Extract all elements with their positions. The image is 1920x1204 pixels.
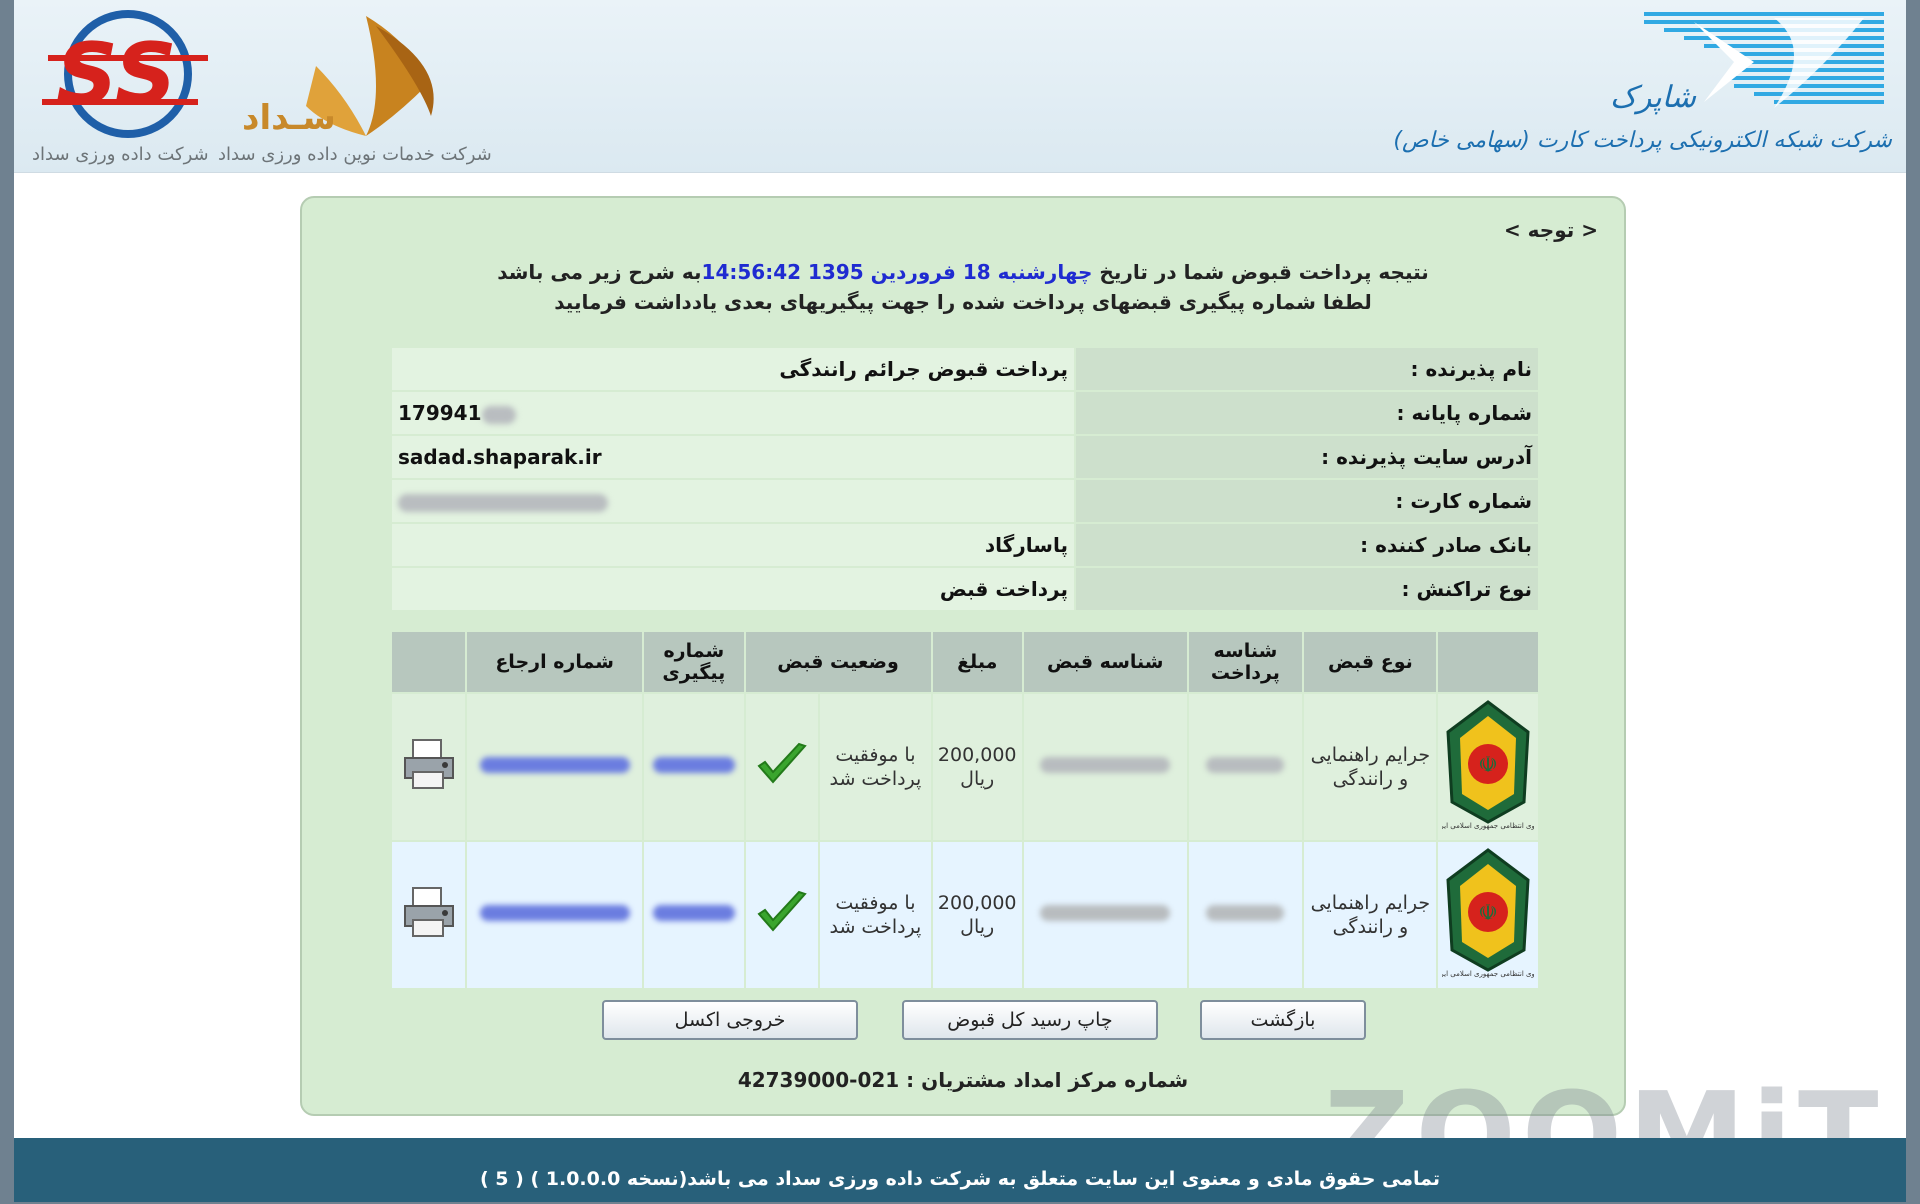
header-amount: مبلغ <box>932 632 1022 692</box>
redacted-reference <box>479 757 630 773</box>
terminal-label: شماره پایانه : <box>1076 392 1538 434</box>
bill-amount-cell: 200,000 ریال <box>932 842 1022 988</box>
header-print <box>392 632 466 692</box>
redacted-payment-id <box>1206 905 1285 921</box>
bill-amount-cell: 200,000 ریال <box>932 694 1022 840</box>
bill-id <box>1023 842 1187 988</box>
redacted-tracking <box>652 757 735 773</box>
svg-text:☫: ☫ <box>1478 901 1498 926</box>
site-value: sadad.shaparak.ir <box>392 436 1074 478</box>
header-tracking: شماره پیگیری <box>644 632 744 692</box>
sadad-wordmark: سـداد <box>242 98 336 138</box>
info-row-txn: نوع تراکنش : پرداخت قبض <box>392 568 1538 610</box>
svg-text:SS: SS <box>56 25 177 125</box>
bill-reference <box>467 694 643 840</box>
bill-amount: 200,000 <box>937 892 1017 914</box>
terminal-value: 179941 <box>398 401 482 425</box>
bills-table: نوع قبض شناسه پرداخت شناسه قبض مبلغ وضعی… <box>390 630 1543 990</box>
header-bill-id: شناسه قبض <box>1023 632 1187 692</box>
redacted-terminal-digits <box>481 405 516 424</box>
svg-text:☫: ☫ <box>1478 753 1498 778</box>
notice-suffix: به شرح زیر می باشد <box>497 260 702 284</box>
police-badge-cell: ☫ نیروی انتظامی جمهوری اسلامی ایران <box>1433 694 1543 840</box>
badge-caption: نیروی انتظامی جمهوری اسلامی ایران <box>1442 970 1534 978</box>
print-cell <box>392 842 466 988</box>
copyright-text: تمامی حقوق مادی و معنوی این سایت متعلق ب… <box>479 1168 1441 1190</box>
police-badge-icon: ☫ نیروی انتظامی جمهوری اسلامی ایران <box>1433 848 1543 978</box>
bill-id <box>1023 694 1187 840</box>
bill-status: با موفقیت پرداخت شد <box>820 694 931 840</box>
check-icon <box>757 890 807 932</box>
print-cell <box>392 694 466 840</box>
badge-caption: نیروی انتظامی جمهوری اسلامی ایران <box>1442 822 1534 830</box>
status-check-cell <box>745 694 819 840</box>
redacted-bill-id <box>1040 757 1171 773</box>
terminal-value-cell: 179941 <box>392 392 1074 434</box>
page-frame: شاپرک شرکت شبکه الکترونیکی پرداخت کارت (… <box>14 0 1906 1204</box>
printer-icon[interactable] <box>399 736 459 792</box>
bank-value: پاسارگاد <box>392 524 1074 566</box>
notice-prefix: نتیجه پرداخت قبوض شما در تاریخ <box>1092 260 1429 284</box>
site-header: شاپرک شرکت شبکه الکترونیکی پرداخت کارت (… <box>14 0 1906 173</box>
header-reference: شماره ارجاع <box>467 632 643 692</box>
bill-row: ☫ نیروی انتظامی جمهوری اسلامی ایران جرای… <box>392 842 1543 988</box>
bill-type: جرایم راهنمایی و رانندگی <box>1304 694 1437 840</box>
redacted-bill-id <box>1040 905 1171 921</box>
info-row-terminal: شماره پایانه : 179941 <box>392 392 1538 434</box>
transaction-info-table: نام پذیرنده : پرداخت قبوض جرائم رانندگی … <box>390 346 1540 612</box>
header-badge <box>1438 632 1538 692</box>
site-label: آدرس سایت پذیرنده : <box>1076 436 1538 478</box>
payment-date: چهارشنبه 18 فروردین 1395 14:56:42 <box>701 260 1093 284</box>
site-footer: تمامی حقوق مادی و معنوی این سایت متعلق ب… <box>14 1138 1906 1202</box>
header-payment-id: شناسه پرداخت <box>1188 632 1303 692</box>
redacted-tracking <box>652 905 735 921</box>
header-status: وضعیت قبض <box>745 632 931 692</box>
check-icon <box>757 742 807 784</box>
redacted-payment-id <box>1206 757 1285 773</box>
bill-status: با موفقیت پرداخت شد <box>820 842 931 988</box>
shaparak-caption: شرکت شبکه الکترونیکی پرداخت کارت (سهامی … <box>1393 128 1892 153</box>
merchant-label: نام پذیرنده : <box>1076 348 1538 390</box>
merchant-value: پرداخت قبوض جرائم رانندگی <box>392 348 1074 390</box>
bill-row: ☫ نیروی انتظامی جمهوری اسلامی ایران جرای… <box>392 694 1543 840</box>
card-value-cell <box>392 480 1074 522</box>
bills-header-row: نوع قبض شناسه پرداخت شناسه قبض مبلغ وضعی… <box>392 632 1538 692</box>
printer-icon[interactable] <box>399 884 459 940</box>
bill-amount-unit: ریال <box>960 916 995 938</box>
info-row-bank: بانک صادر کننده : پاسارگاد <box>392 524 1538 566</box>
notice-line-2: لطفا شماره پیگیری قبضهای پرداخت شده را ج… <box>554 290 1372 314</box>
bill-amount-unit: ریال <box>960 768 995 790</box>
back-button[interactable]: بازگشت <box>1200 1000 1366 1040</box>
sds-caption: شرکت داده ورزی سداد <box>32 144 209 165</box>
print-all-receipts-button[interactable]: چاپ رسید کل قبوض <box>902 1000 1158 1040</box>
excel-export-button[interactable]: خروجی اکسل <box>602 1000 858 1040</box>
card-label: شماره کارت : <box>1076 480 1538 522</box>
status-check-cell <box>745 842 819 988</box>
info-row-card: شماره کارت : <box>392 480 1538 522</box>
bill-tracking <box>644 694 744 840</box>
header-type: نوع قبض <box>1304 632 1437 692</box>
bill-amount: 200,000 <box>937 744 1017 766</box>
info-row-merchant: نام پذیرنده : پرداخت قبوض جرائم رانندگی <box>392 348 1538 390</box>
notice-title: < توجه > <box>1503 218 1598 242</box>
bank-label: بانک صادر کننده : <box>1076 524 1538 566</box>
bill-tracking <box>644 842 744 988</box>
payment-result-panel: < توجه > نتیجه پرداخت قبوض شما در تاریخ … <box>300 196 1626 1116</box>
bill-payment-id <box>1188 842 1303 988</box>
txn-value: پرداخت قبض <box>392 568 1074 610</box>
redacted-card-number <box>398 493 608 512</box>
police-badge-icon: ☫ نیروی انتظامی جمهوری اسلامی ایران <box>1433 700 1543 830</box>
bill-type: جرایم راهنمایی و رانندگی <box>1304 842 1437 988</box>
sadad-caption: شرکت خدمات نوین داده ورزی سداد <box>218 144 492 165</box>
info-row-site: آدرس سایت پذیرنده : sadad.shaparak.ir <box>392 436 1538 478</box>
notice-line-1: نتیجه پرداخت قبوض شما در تاریخ چهارشنبه … <box>302 260 1624 284</box>
redacted-reference <box>479 905 630 921</box>
shaparak-wordmark: شاپرک <box>1609 80 1696 115</box>
bill-payment-id <box>1188 694 1303 840</box>
police-badge-cell: ☫ نیروی انتظامی جمهوری اسلامی ایران <box>1433 842 1543 988</box>
txn-label: نوع تراکنش : <box>1076 568 1538 610</box>
bill-reference <box>467 842 643 988</box>
